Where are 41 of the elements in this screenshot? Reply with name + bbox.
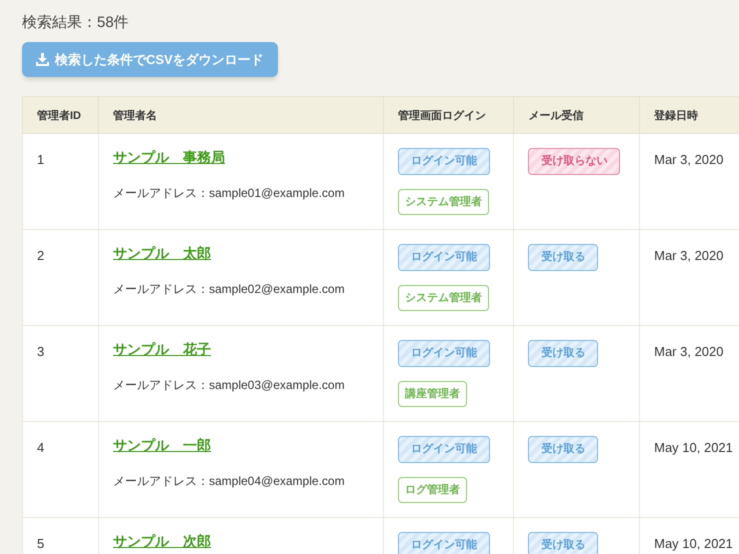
role-badge: ログ管理者 [398,476,467,503]
login-badge: ログイン可能 [398,340,490,366]
result-count: 検索結果：58件 [22,13,130,33]
mail-badge: 受け取る [528,340,598,366]
role-badge: システム管理者 [398,188,489,215]
role-badge: 講座管理者 [398,380,467,407]
admin-id: 3 [37,344,44,359]
login-badge: ログイン可能 [398,244,490,270]
column-header: 管理者ID [37,110,81,122]
column-header: メール受信 [528,110,584,122]
admin-id: 1 [37,152,44,167]
login-badge: ログイン可能 [398,436,490,462]
registered-date: Mar 3, 2020 [654,344,724,359]
registered-date: May 10, 2021 [654,440,733,455]
admin-name-link[interactable]: サンプル 花子 [113,341,211,357]
email-address: メールアドレス：sample02@example.com [113,281,346,298]
column-header: 管理者名 [113,110,157,122]
column-header: 登録日時 [654,110,698,122]
registered-date: Mar 3, 2020 [654,152,724,167]
column-header: 管理画面ログイン [398,110,486,122]
admin-name-link[interactable]: サンプル 一郎 [113,437,211,453]
admin-name-link[interactable]: サンプル 太郎 [113,245,211,261]
admin-id: 2 [37,248,44,263]
csv-download-button[interactable]: 検索した条件でCSVをダウンロード [22,42,278,77]
email-address: メールアドレス：sample03@example.com [113,377,346,394]
email-address: メールアドレス：sample01@example.com [113,185,346,202]
role-badge: システム管理者 [398,284,489,311]
admin-name-link[interactable]: サンプル 次郎 [113,533,211,549]
login-badge: ログイン可能 [398,532,490,554]
login-badge: ログイン可能 [398,148,490,174]
registered-date: May 10, 2021 [654,536,733,551]
admin-id: 5 [37,536,44,551]
admin-id: 4 [37,440,44,455]
mail-badge: 受け取る [528,436,598,462]
admin-name-link[interactable]: サンプル 事務局 [113,149,225,165]
download-icon [36,53,49,66]
registered-date: Mar 3, 2020 [654,248,724,263]
mail-badge: 受け取らない [528,148,620,174]
mail-badge: 受け取る [528,532,598,554]
email-address: メールアドレス：sample04@example.com [113,473,346,490]
mail-badge: 受け取る [528,244,598,270]
